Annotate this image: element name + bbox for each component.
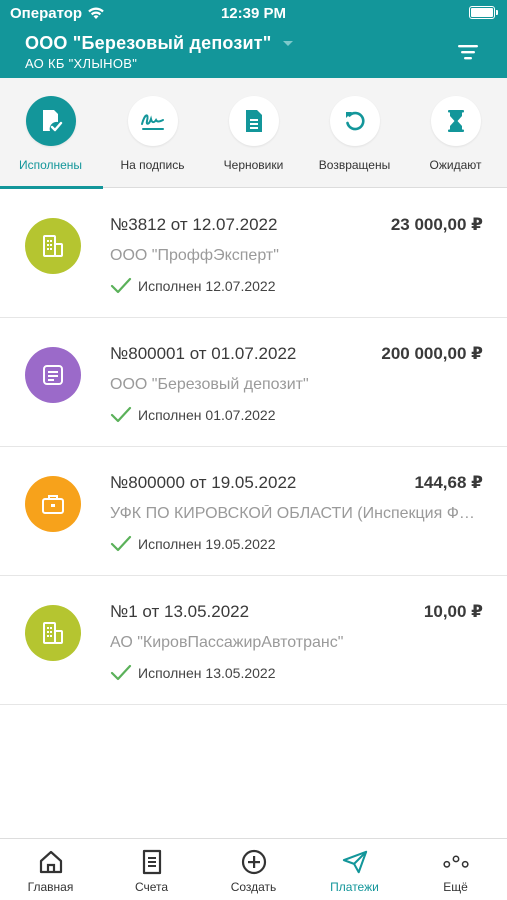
tabbar-item-create[interactable]: Создать <box>203 839 304 900</box>
tabbar-item-accounts[interactable]: Счета <box>101 839 202 900</box>
tab-returned[interactable]: Возвращены <box>304 78 405 188</box>
payment-status: Исполнен 19.05.2022 <box>110 535 276 553</box>
tab-label: Исполнены <box>18 158 83 172</box>
status-tabs: Исполнены На подпись Черновики Возвращен… <box>0 78 507 189</box>
tabbar-label: Платежи <box>330 880 379 894</box>
tab-label: Ожидают <box>429 158 482 172</box>
tab-drafts[interactable]: Черновики <box>203 78 304 188</box>
app-header: Оператор 12:39 PM ООО "Березовый депозит… <box>0 0 507 78</box>
tab-pending[interactable]: Ожидают <box>405 78 506 188</box>
tabbar-icon-wrap <box>442 849 469 875</box>
payment-title: №3812 от 12.07.2022 <box>110 215 278 234</box>
tab-icon-circle <box>329 96 380 146</box>
check-icon <box>110 664 132 681</box>
payment-avatar <box>25 605 81 661</box>
payment-amount: 144,68 ₽ <box>414 473 483 492</box>
chevron-down-icon <box>282 40 293 46</box>
check-icon <box>110 406 132 423</box>
tab-to-sign[interactable]: На подпись <box>102 78 203 188</box>
tabbar-icon-wrap <box>342 849 368 875</box>
tab-icon-circle <box>127 96 178 146</box>
signature-icon <box>140 114 164 130</box>
check-icon <box>110 277 132 294</box>
briefcase-icon <box>42 495 64 514</box>
undo-arrow-icon <box>345 111 365 131</box>
status-time: 12:39 PM <box>220 5 287 22</box>
plus-circle-icon <box>241 849 266 875</box>
payment-avatar <box>25 347 81 403</box>
status-text: Исполнен 19.05.2022 <box>138 536 276 552</box>
payment-row[interactable]: №800001 от 01.07.2022 200 000,00 ₽ ООО "… <box>0 318 507 447</box>
payment-row[interactable]: №3812 от 12.07.2022 23 000,00 ₽ ООО "Про… <box>0 189 507 318</box>
payment-counterparty: ООО "Березовый депозит" <box>110 376 309 393</box>
status-text: Исполнен 12.07.2022 <box>138 278 276 294</box>
payment-status: Исполнен 13.05.2022 <box>110 664 276 682</box>
payment-counterparty: УФК ПО КИРОВСКОЙ ОБЛАСТИ (Инспекция ФНС … <box>110 505 485 522</box>
tab-label: Возвращены <box>318 158 391 172</box>
payment-counterparty: АО "КировПассажирАвтотранс" <box>110 634 344 651</box>
buildings-icon <box>43 622 63 644</box>
tab-executed[interactable]: Исполнены <box>0 78 103 189</box>
payment-title: №1 от 13.05.2022 <box>110 602 250 621</box>
payment-amount: 10,00 ₽ <box>423 602 483 621</box>
document-list-icon <box>43 365 63 385</box>
tabbar-icon-wrap <box>241 849 267 875</box>
check-icon <box>110 535 132 552</box>
tab-label: На подпись <box>120 158 185 172</box>
payments-list: №3812 от 12.07.2022 23 000,00 ₽ ООО "Про… <box>0 189 507 705</box>
payment-row[interactable]: №800000 от 19.05.2022 144,68 ₽ УФК ПО КИ… <box>0 447 507 576</box>
paper-plane-icon <box>342 850 367 874</box>
payment-avatar <box>25 476 81 532</box>
tab-label: Черновики <box>223 158 284 172</box>
tabbar-item-more[interactable]: Ещё <box>405 839 506 900</box>
tabbar-item-payments[interactable]: Платежи <box>304 839 405 900</box>
payment-title: №800000 от 19.05.2022 <box>110 473 297 492</box>
status-text: Исполнен 01.07.2022 <box>138 407 276 423</box>
payment-title: №800001 от 01.07.2022 <box>110 344 297 363</box>
tab-icon-circle <box>228 96 279 146</box>
receipt-icon <box>142 849 161 875</box>
buildings-icon <box>43 235 63 257</box>
payment-counterparty: ООО "ПроффЭксперт" <box>110 247 279 264</box>
document-icon <box>245 110 262 132</box>
bottom-tab-bar: Главная Счета Создать Платежи Ещё <box>0 838 507 900</box>
status-text: Исполнен 13.05.2022 <box>138 665 276 681</box>
payment-status: Исполнен 12.07.2022 <box>110 277 276 295</box>
payment-row[interactable]: №1 от 13.05.2022 10,00 ₽ АО "КировПассаж… <box>0 576 507 705</box>
tabbar-label: Создать <box>230 880 277 894</box>
status-bar: Оператор 12:39 PM <box>0 0 507 30</box>
tabbar-label: Ещё <box>443 880 468 894</box>
tabbar-label: Главная <box>27 880 74 894</box>
org-name-row[interactable]: ООО "Березовый депозит" <box>25 33 294 54</box>
payment-amount: 200 000,00 ₽ <box>381 344 483 363</box>
payment-amount: 23 000,00 ₽ <box>390 215 483 234</box>
document-check-icon <box>42 110 62 132</box>
battery-icon <box>469 6 498 19</box>
payment-status: Исполнен 01.07.2022 <box>110 406 276 424</box>
payment-avatar <box>25 218 81 274</box>
tab-icon-circle <box>25 96 76 146</box>
tab-icon-circle <box>430 96 481 146</box>
more-dots-icon <box>442 855 469 868</box>
tabbar-item-home[interactable]: Главная <box>0 839 101 900</box>
bank-name: АО КБ "ХЛЫНОВ" <box>25 56 138 71</box>
org-name: ООО "Березовый депозит" <box>25 33 272 53</box>
org-selector[interactable]: ООО "Березовый депозит" АО КБ "ХЛЫНОВ" <box>25 33 294 71</box>
tabbar-icon-wrap <box>38 849 64 875</box>
filter-icon[interactable] <box>457 43 479 61</box>
home-icon <box>39 850 62 874</box>
tabbar-icon-wrap <box>139 849 165 875</box>
tabbar-label: Счета <box>134 880 169 894</box>
hourglass-icon <box>447 110 464 132</box>
